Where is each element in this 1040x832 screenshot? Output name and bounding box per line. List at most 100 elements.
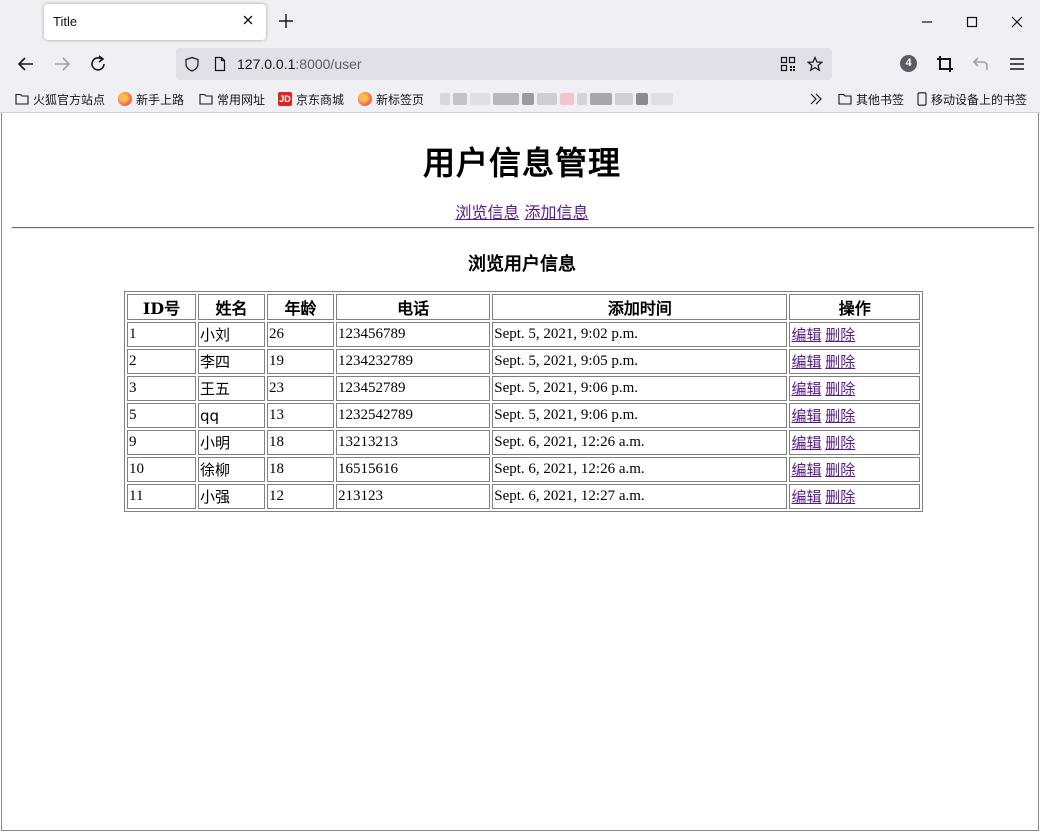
bookmark-item[interactable]: 其他书签 xyxy=(838,90,904,108)
folder-icon xyxy=(199,93,213,105)
bookmark-item[interactable]: 新标签页 xyxy=(358,90,424,108)
url-text[interactable]: 127.0.0.1:8000/user xyxy=(237,56,362,72)
page-content: 用户信息管理 浏览信息 添加信息 浏览用户信息 ID号 姓名 年龄 电话 添加时… xyxy=(1,113,1039,831)
cell-time: Sept. 5, 2021, 9:06 p.m. xyxy=(492,403,788,428)
close-tab-icon[interactable] xyxy=(240,12,256,28)
cell-age: 18 xyxy=(267,430,334,455)
table-row: 10 徐柳 18 16515616 Sept. 6, 2021, 12:26 a.m. 编… xyxy=(127,457,920,482)
menu-icon[interactable] xyxy=(1006,53,1028,75)
bookmark-label: 新标签页 xyxy=(376,92,425,107)
delete-link[interactable]: 删除 xyxy=(825,326,855,344)
cell-phone: 13213213 xyxy=(335,430,491,455)
chevron-right-icon[interactable] xyxy=(808,91,824,107)
maximize-icon[interactable] xyxy=(960,10,984,34)
edit-link[interactable]: 编辑 xyxy=(791,407,821,425)
cell-name: 小明 xyxy=(198,430,266,455)
folder-icon xyxy=(15,93,29,105)
url-host: 127.0.0.1 xyxy=(237,56,296,72)
bookmark-label: 火狐官方站点 xyxy=(33,92,106,107)
cell-id: 3 xyxy=(127,376,197,401)
cell-actions: 编辑 删除 xyxy=(789,349,920,374)
cell-age: 12 xyxy=(267,484,334,509)
bookmark-item[interactable]: JD 京东商城 xyxy=(278,90,344,108)
cell-time: Sept. 5, 2021, 9:05 p.m. xyxy=(492,349,788,374)
bookmark-item[interactable]: 火狐官方站点 xyxy=(15,90,105,108)
header-id: ID号 xyxy=(127,294,197,320)
delete-link[interactable]: 删除 xyxy=(825,407,855,425)
header-actions: 操作 xyxy=(789,294,920,320)
undo-icon[interactable] xyxy=(970,53,992,75)
bookmark-item[interactable]: 常用网址 xyxy=(199,90,265,108)
bookmarks-toolbar: 火狐官方站点 新手上路 常用网址 JD 京东商城 新标签页 其他书签 移动设备上… xyxy=(0,85,1040,112)
tab-title: Title xyxy=(53,14,78,29)
cell-phone: 123456789 xyxy=(335,322,491,347)
minimize-icon[interactable] xyxy=(915,10,939,34)
user-table: ID号 姓名 年龄 电话 添加时间 操作 1 小刘 26 123456789 Sept.… xyxy=(124,291,923,512)
page-nav: 浏览信息 添加信息 xyxy=(2,199,1040,223)
tab-strip: Title xyxy=(0,0,1040,44)
page-icon[interactable] xyxy=(212,56,228,72)
edit-link[interactable]: 编辑 xyxy=(791,488,821,506)
table-row: 2 李四 19 1234232789 Sept. 5, 2021, 9:05 p.m. 编… xyxy=(127,349,920,374)
edit-link[interactable]: 编辑 xyxy=(791,353,821,371)
edit-link[interactable]: 编辑 xyxy=(791,461,821,479)
header-name: 姓名 xyxy=(198,294,266,320)
crop-screenshot-icon[interactable] xyxy=(934,53,956,75)
delete-link[interactable]: 删除 xyxy=(825,488,855,506)
browse-info-link[interactable]: 浏览信息 xyxy=(455,203,519,222)
table-body: 1 小刘 26 123456789 Sept. 5, 2021, 9:02 p.m. 编辑… xyxy=(127,322,920,509)
browser-tab[interactable]: Title xyxy=(44,4,266,40)
bookmark-star-icon[interactable] xyxy=(807,56,823,72)
edit-link[interactable]: 编辑 xyxy=(791,326,821,344)
bookmark-label: 京东商城 xyxy=(296,92,345,107)
cell-id: 10 xyxy=(127,457,197,482)
close-window-icon[interactable] xyxy=(1005,10,1029,34)
firefox-icon xyxy=(358,92,372,106)
bookmark-label: 新手上路 xyxy=(136,92,185,107)
cell-actions: 编辑 删除 xyxy=(789,376,920,401)
cell-phone: 123452789 xyxy=(335,376,491,401)
cell-actions: 编辑 删除 xyxy=(789,403,920,428)
page-title: 用户信息管理 xyxy=(422,144,621,182)
cell-id: 5 xyxy=(127,403,197,428)
cell-name: 小刘 xyxy=(198,322,266,347)
delete-link[interactable]: 删除 xyxy=(825,434,855,452)
edit-link[interactable]: 编辑 xyxy=(791,434,821,452)
cell-actions: 编辑 删除 xyxy=(789,322,920,347)
add-info-link[interactable]: 添加信息 xyxy=(525,203,589,222)
cell-time: Sept. 5, 2021, 9:02 p.m. xyxy=(492,322,788,347)
shield-icon[interactable] xyxy=(184,56,200,72)
cell-name: 王五 xyxy=(198,376,266,401)
bookmark-label: 其他书签 xyxy=(856,92,905,107)
bookmark-item[interactable]: 移动设备上的书签 xyxy=(917,90,1027,108)
cell-actions: 编辑 删除 xyxy=(789,430,920,455)
bookmark-item[interactable]: 新手上路 xyxy=(118,90,184,108)
header-phone: 电话 xyxy=(335,294,491,320)
extension-badge[interactable]: 4 xyxy=(900,55,917,72)
divider xyxy=(12,227,1034,229)
new-tab-icon[interactable] xyxy=(276,11,296,31)
url-bar[interactable]: 127.0.0.1:8000/user xyxy=(176,48,832,80)
navigation-toolbar: 127.0.0.1:8000/user 4 xyxy=(0,44,1040,84)
edit-link[interactable]: 编辑 xyxy=(791,380,821,398)
section-title: 浏览用户信息 xyxy=(468,254,576,275)
cell-phone: 1234232789 xyxy=(335,349,491,374)
cell-name: 徐柳 xyxy=(198,457,266,482)
cell-name: qq xyxy=(198,403,266,428)
cell-time: Sept. 6, 2021, 12:26 a.m. xyxy=(492,430,788,455)
bookmark-label: 常用网址 xyxy=(217,92,266,107)
delete-link[interactable]: 删除 xyxy=(825,353,855,371)
back-icon[interactable] xyxy=(15,53,37,75)
reload-icon[interactable] xyxy=(87,53,109,75)
cell-id: 1 xyxy=(127,322,197,347)
delete-link[interactable]: 删除 xyxy=(825,461,855,479)
cell-id: 9 xyxy=(127,430,197,455)
cell-id: 11 xyxy=(127,484,197,509)
jd-icon: JD xyxy=(278,92,292,106)
table-row: 1 小刘 26 123456789 Sept. 5, 2021, 9:02 p.m. 编辑… xyxy=(127,322,920,347)
qr-code-icon[interactable] xyxy=(780,56,796,72)
table-row: 11 小强 12 213123 Sept. 6, 2021, 12:27 a.m. 编辑 … xyxy=(127,484,920,509)
cell-age: 23 xyxy=(267,376,334,401)
delete-link[interactable]: 删除 xyxy=(825,380,855,398)
forward-icon[interactable] xyxy=(51,53,73,75)
